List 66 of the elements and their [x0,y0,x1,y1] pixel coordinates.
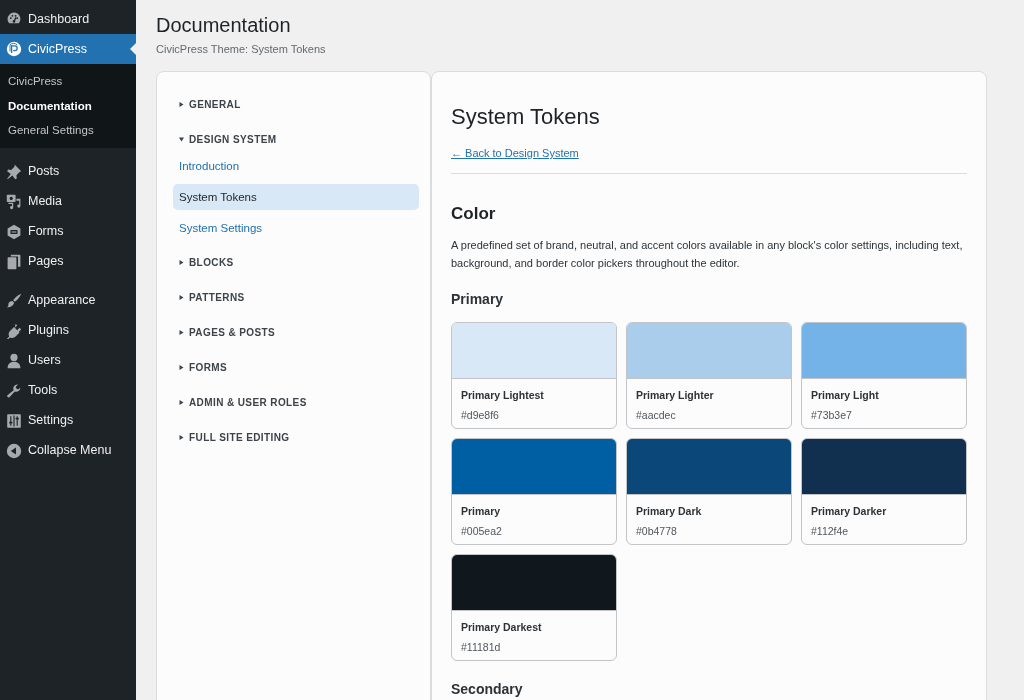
caret-right-icon [179,435,184,440]
page-subtitle: CivicPress Theme: System Tokens [156,42,327,57]
caret-right-icon [179,365,184,370]
swatch-hex-value: #005ea2 [461,523,503,538]
swatch-name: Primary Darker [811,503,888,518]
swatch-hex-value: #73b3e7 [811,407,853,422]
page-title: Documentation [156,13,292,38]
section-toggle[interactable]: FULL SITE EDITING [173,420,419,455]
media-icon [6,193,22,210]
swatch-hex-value: #d9e8f6 [461,407,500,422]
submenu-link[interactable]: General Settings [0,118,136,143]
plug-icon [6,322,22,339]
menu-item[interactable]: Media [0,186,136,217]
person-icon [6,352,22,369]
menu-item[interactable]: Posts [0,156,136,187]
nav-link[interactable]: System Tokens [173,184,419,210]
section-description: A predefined set of brand, neutral, and accent colors available in any block's color settings, including text, background, and border color pickers throughout the editor. [451,238,964,271]
swatch-name: Primary Dark [636,503,703,518]
submenu-link[interactable]: CivicPress [0,69,136,94]
submenu-link[interactable]: Documentation [0,93,136,118]
section-toggle[interactable]: FORMS [173,350,419,385]
pages-icon [6,253,22,270]
caret-right-icon [179,330,184,335]
circle-logo-icon [6,41,22,57]
swatch-name: Primary [461,503,502,518]
swatch-name: Primary Lighter [636,387,715,402]
menu-item[interactable]: Dashboard [0,4,136,34]
menu-item[interactable]: CivicPress [0,34,136,64]
section-heading: Color [451,203,497,225]
swatch-name: Primary Light [811,387,880,402]
menu-item[interactable]: Appearance [0,285,136,316]
caret-right-icon [179,102,184,107]
collapse-menu-button[interactable]: Collapse Menu [0,435,136,466]
menu-item[interactable]: Pages [0,246,136,277]
menu-item[interactable]: Settings [0,405,136,436]
swatch-hex-value: #0b4778 [636,523,678,538]
pointer-triangle-icon [130,43,136,55]
caret-right-icon [179,400,184,405]
sliders-icon [6,412,22,429]
menu-item[interactable]: Plugins [0,315,136,346]
form-icon [6,223,22,240]
group-heading: Primary [451,290,505,309]
group-heading: Secondary [451,679,524,699]
pushpin-icon [6,163,22,180]
caret-right-icon [179,295,184,300]
caret-right-icon [179,260,184,265]
swatch-hex-value: #aacdec [636,407,677,422]
swatch-hex-value: #11181d [461,639,502,654]
nav-link[interactable]: System Settings [173,215,419,241]
content-title: System Tokens [451,103,601,131]
menu-item[interactable]: Tools [0,375,136,406]
caret-down-icon [179,137,184,142]
section-toggle[interactable]: PATTERNS [173,280,419,315]
wrench-icon [6,382,22,399]
swatch-name: Primary Lightest [461,387,545,402]
swatch-hex-value: #112f4e [811,523,850,538]
paintbrush-icon [6,292,22,309]
section-toggle[interactable]: GENERAL [173,87,419,122]
section-toggle[interactable]: PAGES & POSTS [173,315,419,350]
menu-item[interactable]: Forms [0,216,136,247]
back-link[interactable]: ← Back to Design System [451,145,579,161]
swatch-name: Primary Darkest [461,619,543,634]
menu-item[interactable]: Users [0,345,136,376]
collapse-icon [6,442,22,459]
section-toggle[interactable]: ADMIN & USER ROLES [173,385,419,420]
section-toggle[interactable]: BLOCKS [173,245,419,280]
